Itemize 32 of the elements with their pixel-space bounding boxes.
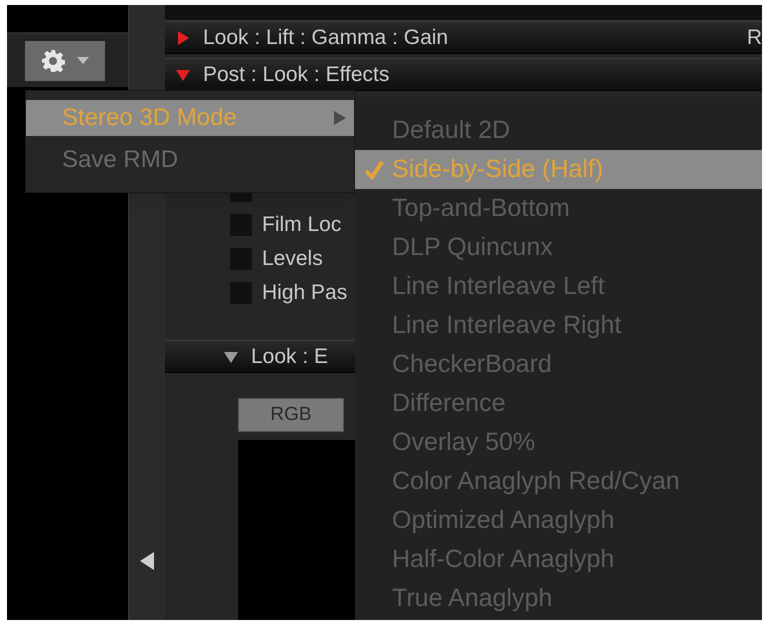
submenu-item[interactable]: DLP Quincunx bbox=[355, 228, 762, 267]
effect-label: Film Loc bbox=[262, 212, 342, 238]
submenu-item[interactable]: True Anaglyph bbox=[355, 579, 762, 618]
section-title: Post : Look : Effects bbox=[203, 62, 390, 88]
checkmark-icon bbox=[363, 158, 385, 180]
submenu-item[interactable]: Color Anaglyph Red/Cyan bbox=[355, 462, 762, 501]
effect-label: Levels bbox=[262, 246, 323, 272]
submenu-item[interactable]: CheckerBoard bbox=[355, 345, 762, 384]
section-header[interactable]: Post : Look : Effects bbox=[165, 58, 762, 91]
submenu-item[interactable]: Line Interleave Left bbox=[355, 267, 762, 306]
section-title: Look : Lift : Gamma : Gain bbox=[203, 24, 448, 51]
tab[interactable]: RGB bbox=[238, 398, 344, 432]
settings-button[interactable] bbox=[25, 41, 105, 81]
submenu-item[interactable]: Half-Color Anaglyph bbox=[355, 540, 762, 579]
submenu-item[interactable]: Overlay 50% bbox=[355, 423, 762, 462]
collapsed-arrow-icon[interactable] bbox=[175, 30, 191, 46]
submenu-item[interactable]: Optimized Anaglyph bbox=[355, 501, 762, 540]
submenu-item[interactable]: Top-and-Bottom bbox=[355, 189, 762, 228]
submenu-item[interactable]: Difference bbox=[355, 384, 762, 423]
section-header-text: R bbox=[746, 24, 762, 51]
caret-icon bbox=[77, 57, 89, 65]
submenu-item[interactable]: Side-by-Side (Half) bbox=[355, 150, 762, 189]
menu-item[interactable]: Save RMD bbox=[26, 142, 354, 178]
section-title: Look : E bbox=[251, 344, 328, 370]
collapse-arrow-icon[interactable] bbox=[140, 552, 154, 570]
menu-item[interactable]: Stereo 3D Mode bbox=[26, 100, 354, 136]
submenu-item[interactable]: Line Interleave Right bbox=[355, 306, 762, 345]
effect-label: High Pas bbox=[262, 280, 348, 306]
settings-icon bbox=[41, 49, 65, 73]
section-header[interactable]: Look : Lift : Gamma : Gain R bbox=[165, 21, 762, 54]
submenu-arrow-icon bbox=[334, 111, 346, 125]
submenu-item[interactable]: Default 2D bbox=[355, 111, 762, 150]
